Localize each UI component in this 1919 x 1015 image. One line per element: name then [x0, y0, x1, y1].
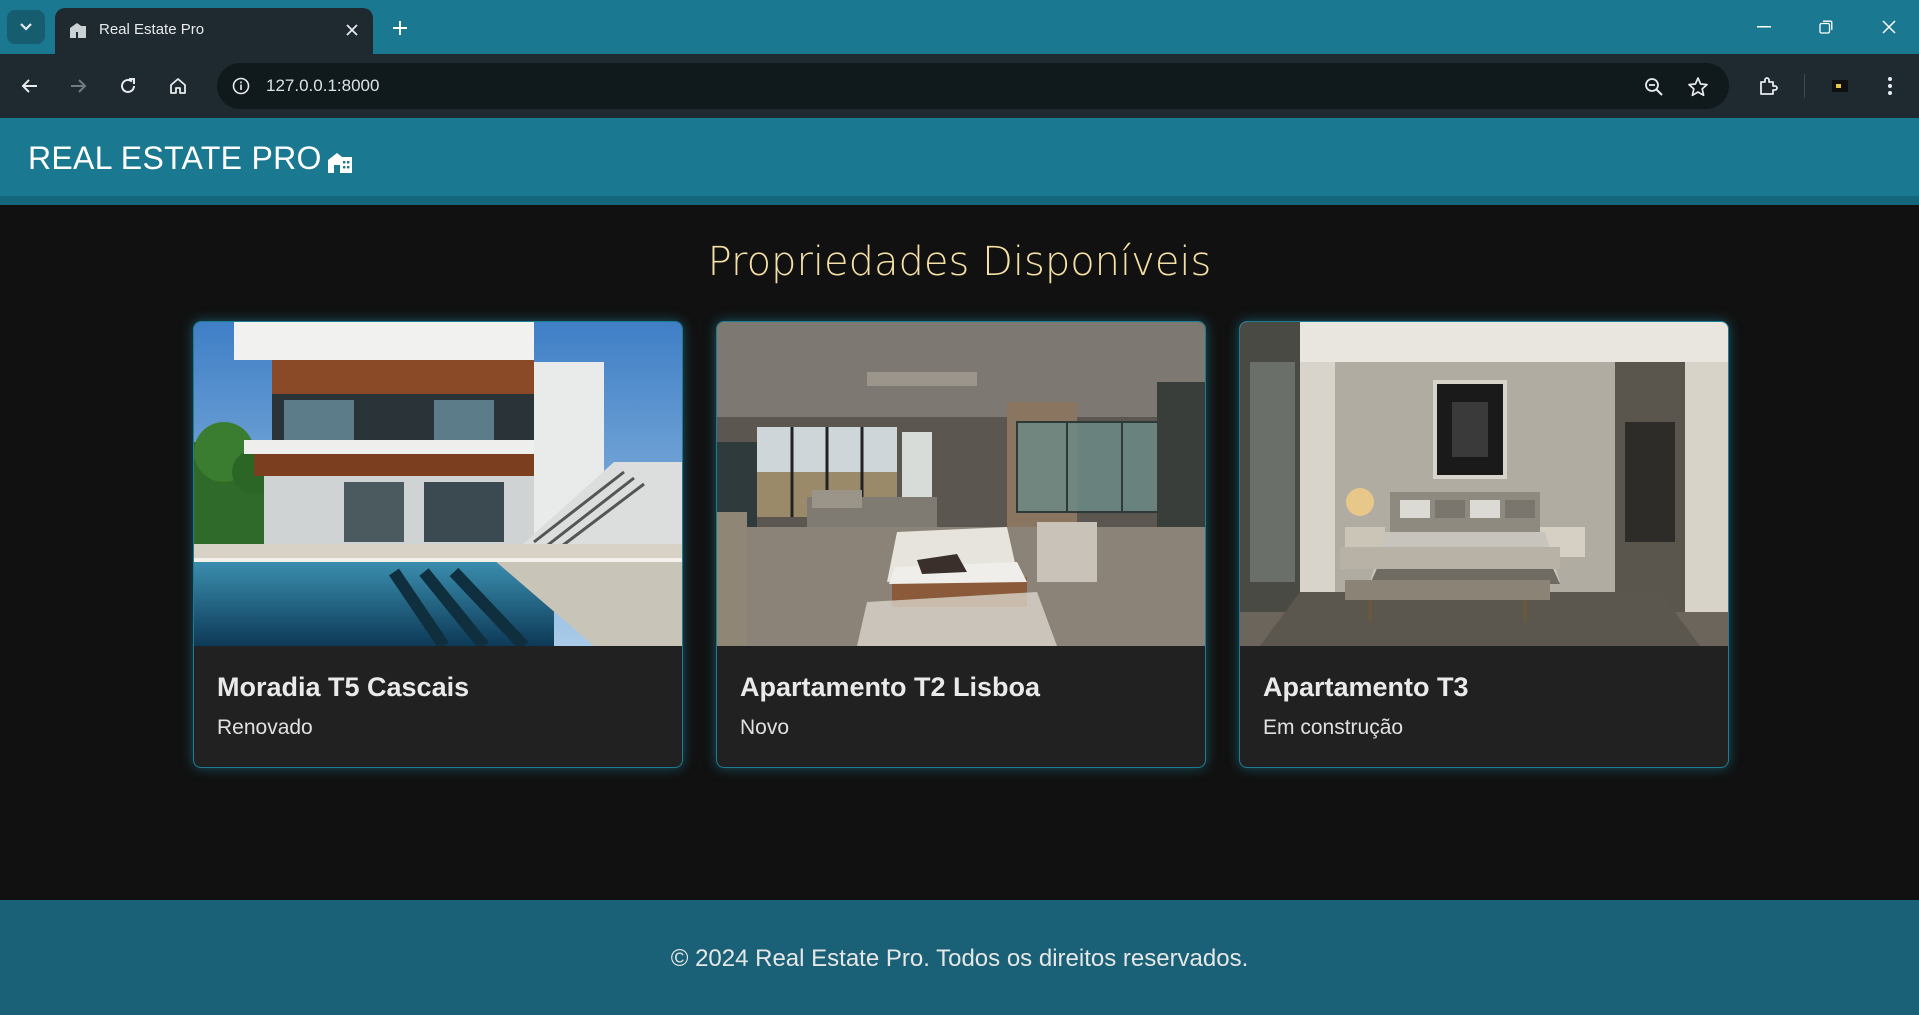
plus-icon [393, 21, 407, 35]
tab-search-button[interactable] [7, 10, 45, 44]
new-tab-button[interactable] [385, 13, 415, 43]
address-bar[interactable]: 127.0.0.1:8000 [217, 63, 1729, 109]
property-photo-loft [717, 322, 1205, 646]
arrow-left-icon [21, 79, 37, 93]
browser-tab-active[interactable]: Real Estate Pro [55, 8, 373, 54]
forward-button[interactable] [60, 68, 96, 104]
browser-toolbar: 127.0.0.1:8000 [0, 54, 1919, 118]
restore-icon [1819, 20, 1833, 34]
close-icon [1882, 20, 1896, 34]
building-favicon-icon [70, 23, 86, 38]
info-icon [232, 77, 250, 95]
arrow-right-icon [71, 79, 87, 93]
zoom-button[interactable] [1641, 74, 1667, 100]
property-status: Renovado [217, 716, 313, 739]
chevron-down-icon [20, 23, 32, 31]
reload-icon [121, 78, 135, 93]
close-icon [346, 24, 358, 36]
property-status: Em construção [1263, 716, 1404, 739]
brand-logo-text[interactable]: REAL ESTATE PRO [28, 138, 322, 178]
back-button[interactable] [12, 68, 48, 104]
url-text[interactable]: 127.0.0.1:8000 [266, 76, 379, 96]
close-window-button[interactable] [1867, 9, 1911, 45]
extensions-button[interactable] [1750, 68, 1786, 104]
tab-title: Real Estate Pro [99, 21, 205, 38]
property-title: Apartamento T2 Lisboa [740, 672, 1041, 702]
property-card[interactable]: Apartamento T3 Em construção [1239, 321, 1729, 768]
reload-button[interactable] [110, 68, 146, 104]
property-photo-bedroom [1240, 322, 1728, 646]
building-logo-icon [328, 153, 352, 173]
property-photo-villa [194, 322, 682, 646]
puzzle-icon [1760, 77, 1778, 95]
profile-icon [1832, 80, 1848, 92]
restore-button[interactable] [1804, 9, 1848, 45]
page-title: Propriedades Disponíveis [707, 239, 1212, 285]
minimize-icon [1757, 26, 1771, 28]
home-icon [170, 78, 186, 94]
star-icon [1688, 77, 1708, 97]
minimize-button[interactable] [1742, 9, 1786, 45]
tab-close-button[interactable] [341, 19, 363, 41]
browser-tab-bar: Real Estate Pro [0, 0, 1919, 54]
header-divider [0, 196, 1919, 205]
property-card[interactable]: Apartamento T2 Lisboa Novo [716, 321, 1206, 768]
property-title: Apartamento T3 [1263, 672, 1469, 702]
more-vertical-icon [1888, 77, 1892, 95]
bookmark-button[interactable] [1685, 74, 1711, 100]
footer-copyright: © 2024 Real Estate Pro. Todos os direito… [670, 945, 1249, 972]
zoom-out-icon [1645, 78, 1663, 96]
toolbar-divider [1804, 74, 1805, 98]
home-button[interactable] [160, 68, 196, 104]
profile-button[interactable] [1822, 68, 1858, 104]
property-title: Moradia T5 Cascais [217, 672, 470, 702]
property-status: Novo [740, 716, 790, 739]
site-info-button[interactable] [229, 74, 253, 98]
property-card[interactable]: Moradia T5 Cascais Renovado [193, 321, 683, 768]
menu-button[interactable] [1872, 68, 1908, 104]
